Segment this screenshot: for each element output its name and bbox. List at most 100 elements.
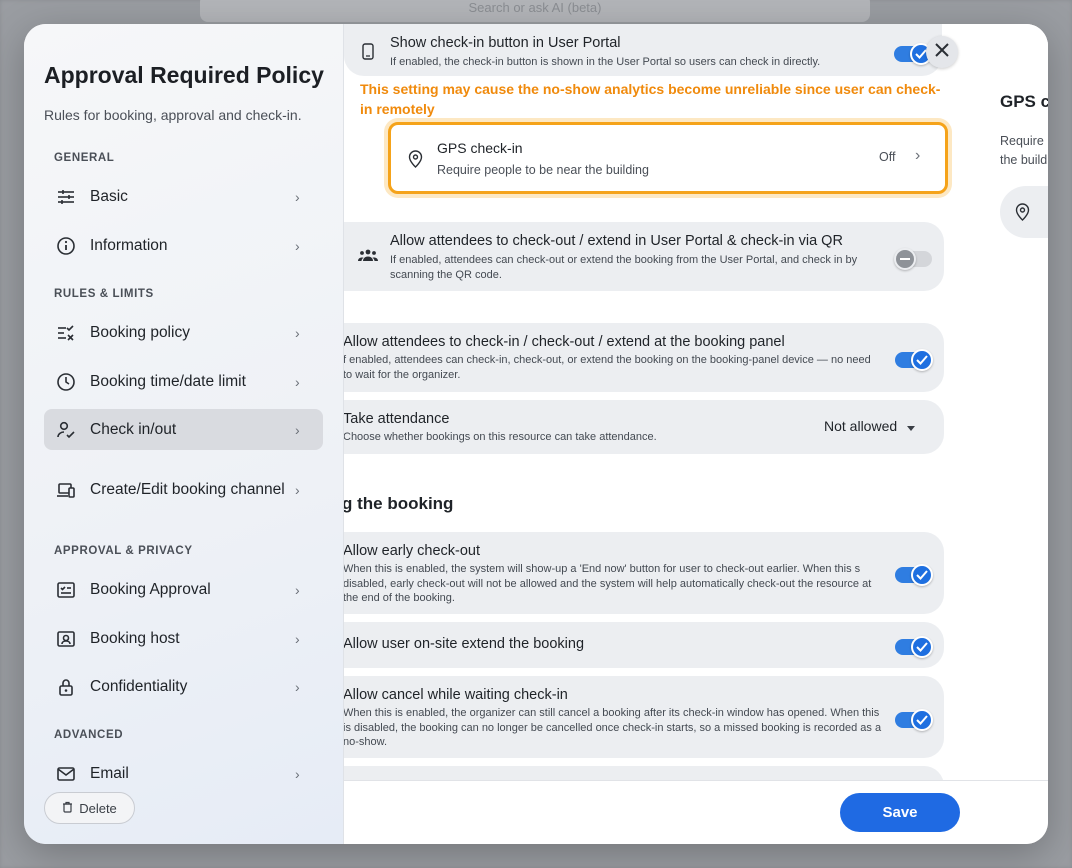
devices-icon <box>56 480 76 500</box>
show-checkin-toggle[interactable] <box>894 43 932 65</box>
chevron-right-icon: › <box>295 678 300 695</box>
sidebar-item-information[interactable]: Information › <box>44 225 323 266</box>
sidebar-item-booking-approval[interactable]: Booking Approval › <box>44 569 323 610</box>
cancel-waiting-desc: When this is enabled, the organizer can … <box>344 707 882 748</box>
sidebar-item-booking-channel[interactable]: Create/Edit booking channel › <box>44 460 323 520</box>
warning-text: This setting may cause the no-show analy… <box>360 81 941 117</box>
cancel-waiting-title: Allow cancel while waiting check-in <box>344 687 568 703</box>
sidebar-item-check-in-out[interactable]: Check in/out › <box>44 409 323 450</box>
phone-icon <box>362 43 374 65</box>
main-content: Show check-in button in User Portal If e… <box>344 24 1048 780</box>
attendance-dropdown[interactable]: Not allowed <box>824 418 916 434</box>
check-icon <box>911 349 933 371</box>
attendees-panel-card: Allow attendees to check-in / check-out … <box>344 323 944 392</box>
chevron-right-icon: › <box>295 188 300 205</box>
sidebar-item-label: Information <box>90 236 168 254</box>
show-checkin-desc: If enabled, the check-in button is shown… <box>390 56 821 68</box>
sidebar-item-label: Check in/out <box>90 420 177 438</box>
chevron-right-icon: › <box>295 482 300 498</box>
chevron-right-icon: › <box>295 421 300 438</box>
delete-button[interactable]: Delete <box>44 792 135 824</box>
chevron-right-icon: › <box>295 765 300 782</box>
approval-form-icon <box>56 580 76 600</box>
sidebar-item-label: Confidentiality <box>90 677 188 695</box>
show-checkin-title: Show check-in button in User Portal <box>390 35 621 51</box>
sidebar-item-label: Booking host <box>90 629 180 647</box>
sidebar-item-confidentiality[interactable]: Confidentiality › <box>44 666 323 707</box>
lock-icon <box>56 677 76 697</box>
peek-card[interactable] <box>1000 186 1048 238</box>
mail-icon <box>56 764 76 784</box>
sidebar-item-booking-policy[interactable]: Booking policy › <box>44 312 323 353</box>
save-button[interactable]: Save <box>840 793 960 832</box>
take-attendance-card: Take attendance Choose whether bookings … <box>344 400 944 454</box>
onsite-extend-title: Allow user on-site extend the booking <box>344 636 585 652</box>
peek-line-2: the build <box>1000 153 1048 167</box>
location-pin-icon <box>408 150 423 173</box>
close-button[interactable] <box>926 36 958 68</box>
policy-modal: Approval Required Policy Rules for booki… <box>24 24 1048 844</box>
attendees-portal-card: Allow attendees to check-out / extend in… <box>344 222 944 291</box>
gps-value: Off <box>879 150 896 164</box>
page-title: Approval Required Policy <box>44 62 324 88</box>
cancel-waiting-toggle[interactable] <box>895 709 933 731</box>
sidebar-item-booking-host[interactable]: Booking host › <box>44 618 323 659</box>
chevron-right-icon: › <box>295 373 300 390</box>
group-icon <box>358 248 378 267</box>
info-icon <box>56 236 76 256</box>
cancel-waiting-card: Allow cancel while waiting check-in When… <box>344 676 944 758</box>
attendees-portal-toggle[interactable] <box>894 248 932 270</box>
section-heading: g the booking <box>344 494 454 513</box>
policy-list-icon <box>56 323 76 343</box>
gps-desc: Require people to be near the building <box>437 163 649 177</box>
trash-icon <box>62 801 73 816</box>
location-pin-icon <box>1015 203 1030 226</box>
attendees-panel-toggle[interactable] <box>895 349 933 371</box>
chevron-right-icon: › <box>295 324 300 341</box>
early-checkout-title: Allow early check-out <box>344 543 480 559</box>
sidebar-item-basic[interactable]: Basic › <box>44 176 323 217</box>
peek-title: GPS c <box>1000 92 1048 111</box>
chevron-right-icon: › <box>295 581 300 598</box>
onsite-extend-toggle[interactable] <box>895 636 933 658</box>
take-attendance-title: Take attendance <box>344 411 450 427</box>
section-advanced: ADVANCED <box>54 729 124 741</box>
check-icon <box>911 564 933 586</box>
next-setting-card <box>344 766 944 780</box>
caret-down-icon <box>907 418 916 434</box>
sidebar-item-booking-time-limit[interactable]: Booking time/date limit › <box>44 361 323 402</box>
attendance-value: Not allowed <box>824 418 898 434</box>
footer-bar: Save <box>344 780 1048 844</box>
close-icon <box>935 42 949 62</box>
page-subtitle: Rules for booking, approval and check-in… <box>44 107 302 123</box>
delete-label: Delete <box>79 800 117 816</box>
sidebar-item-label: Basic <box>90 187 128 205</box>
sidebar-item-label: Booking policy <box>90 323 190 341</box>
early-checkout-toggle[interactable] <box>895 564 933 586</box>
sidebar-item-label: Create/Edit booking channel <box>90 481 285 498</box>
user-check-icon <box>56 420 76 440</box>
sidebar-item-email[interactable]: Email › <box>44 753 323 794</box>
onsite-extend-card: Allow user on-site extend the booking <box>344 622 944 668</box>
clock-icon <box>56 372 76 392</box>
gps-checkin-row[interactable]: GPS check-in Require people to be near t… <box>388 122 948 194</box>
sidebar-item-label: Email <box>90 764 129 782</box>
gps-detail-panel-peek: GPS c Require the build <box>990 24 1048 780</box>
attendees-panel-desc: f enabled, attendees can check-in, check… <box>344 354 871 381</box>
check-icon <box>911 709 933 731</box>
early-checkout-card: Allow early check-out When this is enabl… <box>344 532 944 614</box>
attendees-panel-title: Allow attendees to check-in / check-out … <box>344 334 785 350</box>
show-checkin-card: Show check-in button in User Portal If e… <box>344 24 942 76</box>
sidebar: Approval Required Policy Rules for booki… <box>24 24 344 844</box>
chevron-right-icon: › <box>295 630 300 647</box>
gps-title: GPS check-in <box>437 140 523 156</box>
peek-line-1: Require <box>1000 134 1044 148</box>
background-search-bar: Search or ask AI (beta) <box>200 0 870 22</box>
take-attendance-desc: Choose whether bookings on this resource… <box>344 431 657 443</box>
check-icon <box>911 636 933 658</box>
sidebar-item-label: Booking time/date limit <box>90 372 246 390</box>
peek-text: Require the build <box>1000 132 1047 170</box>
minus-icon <box>894 248 916 270</box>
section-general: GENERAL <box>54 152 115 164</box>
host-badge-icon <box>56 629 76 649</box>
